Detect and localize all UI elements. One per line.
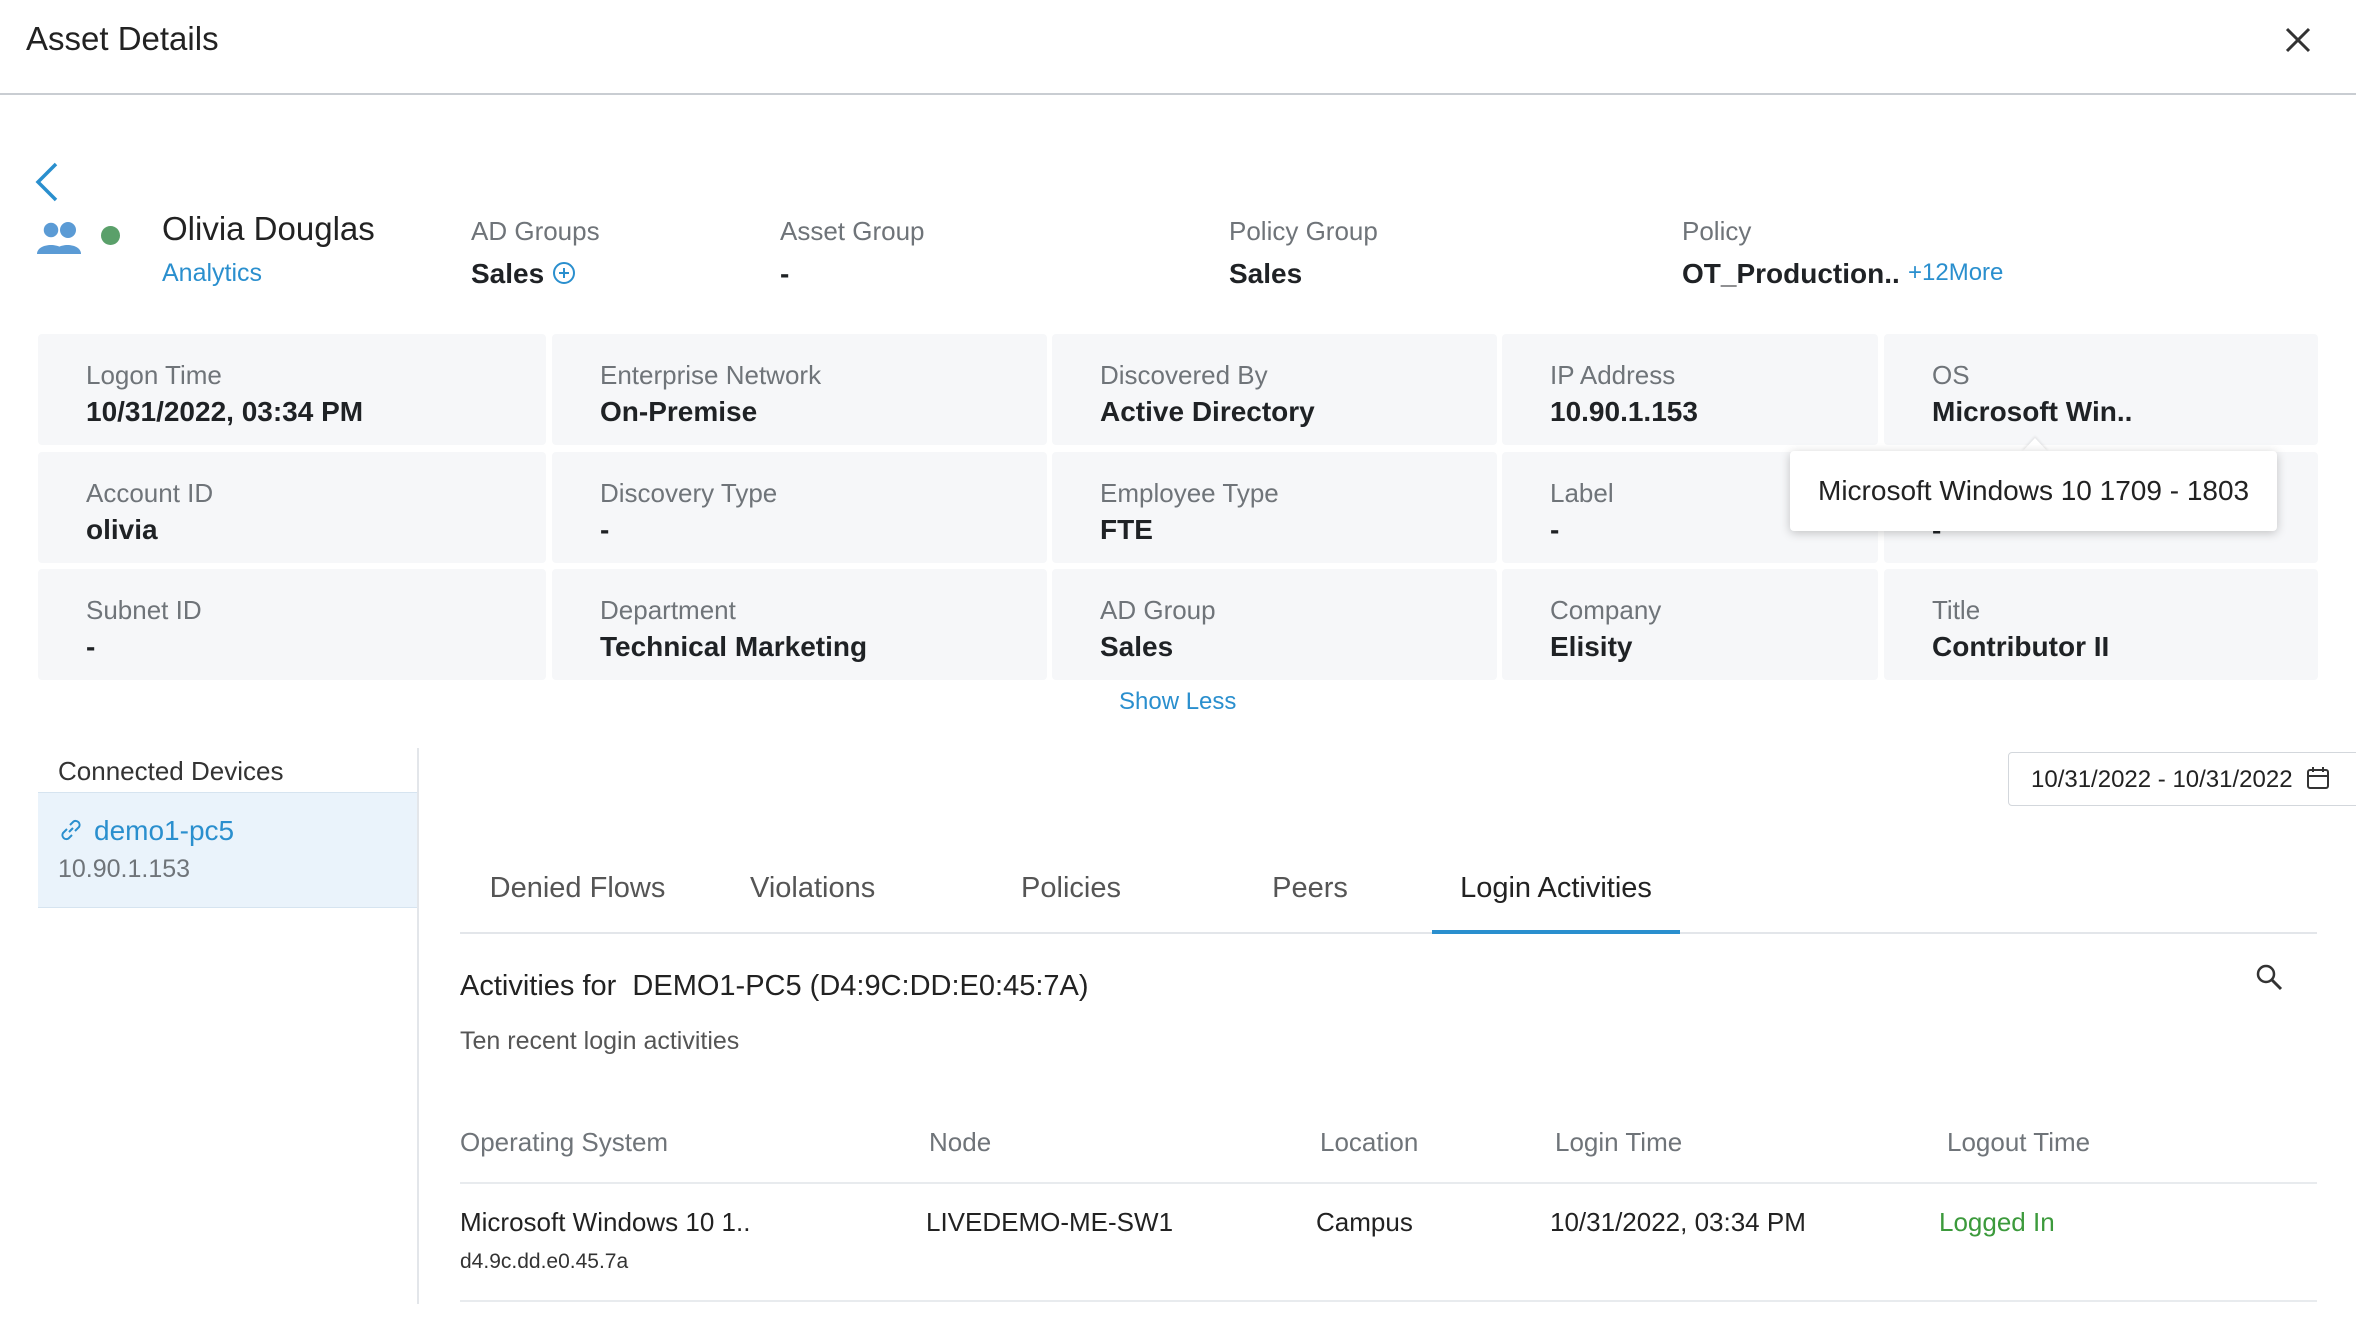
modal-header: Asset Details <box>0 0 2356 95</box>
activities-subtitle: Ten recent login activities <box>460 1027 740 1055</box>
date-range-picker[interactable]: 10/31/2022 - 10/31/2022 <box>2008 752 2356 806</box>
add-circle-icon[interactable] <box>552 261 576 285</box>
detail-cell: Enterprise Network On-Premise <box>552 334 1047 445</box>
tab-bar: Denied Flows Violations Policies Peers L… <box>460 860 2317 934</box>
detail-cell: AD Group Sales <box>1052 569 1497 680</box>
policy-more-link[interactable]: +12More <box>1908 259 2003 287</box>
device-item[interactable]: demo1-pc5 10.90.1.153 <box>38 792 417 908</box>
asset-group-value: - <box>780 258 790 289</box>
detail-label: OS <box>1932 360 1970 390</box>
detail-cell: Subnet ID - <box>38 569 546 680</box>
detail-cell: Department Technical Marketing <box>552 569 1047 680</box>
policy-group-label: Policy Group <box>1229 216 1378 246</box>
cell-login-time: 10/31/2022, 03:34 PM <box>1550 1207 1806 1237</box>
column-header-location[interactable]: Location <box>1320 1127 1418 1158</box>
back-arrow-icon[interactable] <box>32 160 62 204</box>
policy-group-value: Sales <box>1229 258 1303 289</box>
table-header-divider <box>460 1182 2317 1184</box>
calendar-icon <box>2307 767 2329 789</box>
column-header-logout-time[interactable]: Logout Time <box>1947 1127 2090 1158</box>
status-indicator <box>101 226 120 245</box>
detail-cell: Discovered By Active Directory <box>1052 334 1497 445</box>
activities-title: Activities for DEMO1-PC5 (D4:9C:DD:E0:45… <box>460 970 1089 1002</box>
users-icon <box>37 221 81 254</box>
tab-denied-flows[interactable]: Denied Flows <box>460 860 695 934</box>
detail-label: Label <box>1550 478 1614 508</box>
date-range-value: 10/31/2022 - 10/31/2022 <box>2031 766 2293 793</box>
column-header-operating-system[interactable]: Operating System <box>460 1127 668 1158</box>
cell-mac-address: d4.9c.dd.e0.45.7a <box>460 1250 629 1273</box>
cell-operating-system: Microsoft Windows 10 1.. <box>460 1207 751 1237</box>
detail-value: Contributor II <box>1932 631 2110 662</box>
detail-cell: Employee Type FTE <box>1052 452 1497 563</box>
tab-violations[interactable]: Violations <box>750 860 875 934</box>
detail-value: Sales <box>1100 631 1174 662</box>
detail-label: IP Address <box>1550 360 1676 390</box>
detail-value: Technical Marketing <box>600 631 868 662</box>
analytics-link[interactable]: Analytics <box>162 259 262 288</box>
detail-value: On-Premise <box>600 396 758 427</box>
detail-value: - <box>1550 514 1560 545</box>
cell-node: LIVEDEMO-ME-SW1 <box>926 1207 1174 1237</box>
tooltip-arrow <box>2022 438 2048 452</box>
detail-label: AD Group <box>1100 595 1216 625</box>
detail-value: - <box>86 631 96 662</box>
detail-value: - <box>600 514 610 545</box>
detail-label: Account ID <box>86 478 214 508</box>
policy-value: OT_Production.. <box>1682 258 1900 289</box>
tab-login-activities[interactable]: Login Activities <box>1432 860 1680 934</box>
close-icon[interactable] <box>2280 22 2316 58</box>
connected-devices-panel: Connected Devices demo1-pc5 10.90.1.153 <box>38 748 419 1304</box>
page-title: Asset Details <box>26 20 219 57</box>
tab-peers[interactable]: Peers <box>1260 860 1360 934</box>
detail-label: Discovered By <box>1100 360 1268 390</box>
ad-groups-value: Sales <box>471 258 545 289</box>
cell-location: Campus <box>1316 1207 1413 1237</box>
detail-cell: Logon Time 10/31/2022, 03:34 PM <box>38 334 546 445</box>
detail-cell: Discovery Type - <box>552 452 1047 563</box>
link-icon <box>61 819 81 841</box>
detail-cell: OS Microsoft Win.. <box>1884 334 2318 445</box>
table-row-divider <box>460 1300 2317 1302</box>
detail-value: 10/31/2022, 03:34 PM <box>86 396 364 427</box>
detail-label: Title <box>1932 595 1981 625</box>
device-ip: 10.90.1.153 <box>58 855 191 883</box>
detail-value: Active Directory <box>1100 396 1315 427</box>
os-tooltip: Microsoft Windows 10 1709 - 1803 <box>1790 451 2277 531</box>
policy-label: Policy <box>1682 216 1752 246</box>
detail-cell: Company Elisity <box>1502 569 1878 680</box>
detail-label: Discovery Type <box>600 478 778 508</box>
tab-policies[interactable]: Policies <box>1015 860 1127 934</box>
column-header-node[interactable]: Node <box>929 1127 991 1158</box>
detail-label: Employee Type <box>1100 478 1279 508</box>
device-name[interactable]: demo1-pc5 <box>94 815 234 847</box>
detail-cell: IP Address 10.90.1.153 <box>1502 334 1878 445</box>
ad-groups-label: AD Groups <box>471 216 600 246</box>
search-icon[interactable] <box>2254 962 2284 992</box>
detail-label: Company <box>1550 595 1662 625</box>
show-less-link[interactable]: Show Less <box>1119 688 1236 716</box>
detail-label: Subnet ID <box>86 595 202 625</box>
detail-cell: Title Contributor II <box>1884 569 2318 680</box>
detail-value: olivia <box>86 514 158 545</box>
asset-group-label: Asset Group <box>780 216 925 246</box>
cell-logout-time: Logged In <box>1939 1207 2055 1237</box>
detail-value: FTE <box>1100 514 1153 545</box>
detail-cell: Account ID olivia <box>38 452 546 563</box>
detail-label: Logon Time <box>86 360 222 390</box>
connected-devices-title: Connected Devices <box>58 756 284 786</box>
detail-value: 10.90.1.153 <box>1550 396 1698 427</box>
column-header-login-time[interactable]: Login Time <box>1555 1127 1682 1158</box>
detail-value: Microsoft Win.. <box>1932 396 2133 427</box>
asset-name: Olivia Douglas <box>162 210 375 247</box>
detail-value: Elisity <box>1550 631 1633 662</box>
detail-label: Department <box>600 595 736 625</box>
detail-label: Enterprise Network <box>600 360 822 390</box>
